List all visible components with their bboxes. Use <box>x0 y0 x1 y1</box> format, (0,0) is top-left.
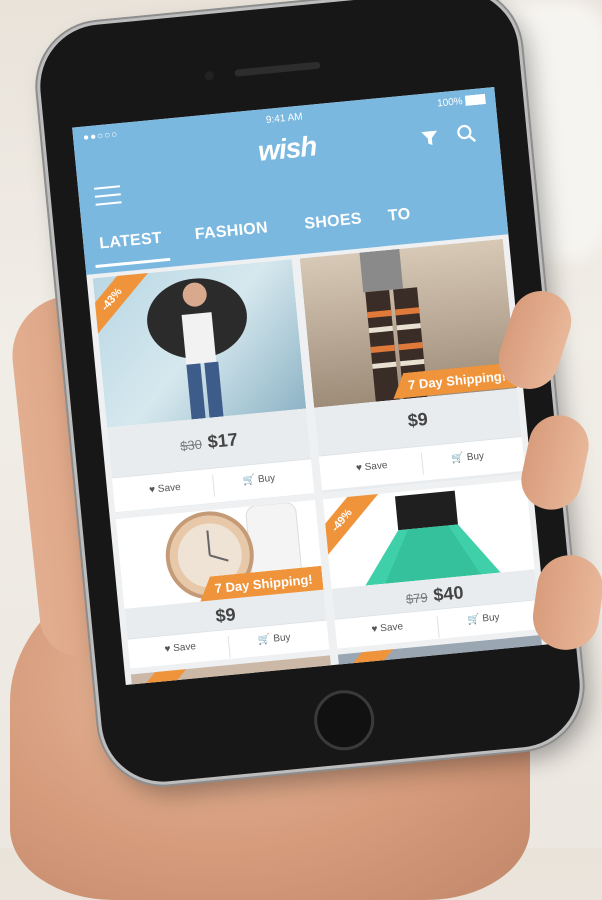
sale-price: $9 <box>214 604 237 627</box>
product-card[interactable]: 7 Day Shipping! $9 ♥ Save 🛒 Buy <box>115 500 330 669</box>
buy-label: Buy <box>272 632 292 645</box>
save-button[interactable]: ♥ Save <box>149 482 181 496</box>
product-card[interactable]: 7 Day Shipping! $9 ♥ Save 🛒 Buy <box>299 238 526 494</box>
smartphone: ●●○○○ 9:41 AM 100% wish LATEST FASHION S… <box>34 0 586 788</box>
cart-icon: 🛒 <box>242 474 256 487</box>
price-row: $9 <box>315 400 520 440</box>
battery-percent: 100% <box>436 96 464 110</box>
save-button[interactable]: ♥ Save <box>356 460 388 474</box>
sale-price: $9 <box>406 408 429 431</box>
product-card[interactable]: -43% $30 $17 ♥ Save 🛒 Buy <box>92 259 315 514</box>
tab-shoes[interactable]: SHOES <box>304 210 363 233</box>
sale-price: $40 <box>432 582 465 606</box>
original-price: $79 <box>405 589 429 607</box>
battery-indicator: 100% <box>436 94 486 110</box>
app-screen: ●●○○○ 9:41 AM 100% wish LATEST FASHION S… <box>72 86 548 686</box>
battery-icon <box>464 94 486 107</box>
buy-label: Buy <box>466 450 485 464</box>
save-label: Save <box>157 481 182 496</box>
price-bar: $9 ♥ Save 🛒 Buy <box>314 388 526 494</box>
heart-icon: ♥ <box>355 462 363 474</box>
tab-toys[interactable]: TO <box>387 206 411 226</box>
heart-icon: ♥ <box>148 484 156 496</box>
divider <box>227 635 231 658</box>
buy-label: Buy <box>481 611 501 625</box>
buy-button[interactable]: 🛒 Buy <box>242 473 275 487</box>
save-label: Save <box>379 621 404 635</box>
buy-button[interactable]: 🛒 Buy <box>467 612 500 626</box>
hamburger-menu-icon[interactable] <box>94 185 122 211</box>
product-card[interactable]: -49% $79 $40 ♥ Save 🛒 Buy <box>322 479 541 649</box>
save-button[interactable]: ♥ Save <box>371 621 403 635</box>
save-button[interactable]: ♥ Save <box>164 641 196 655</box>
tab-latest[interactable]: LATEST <box>99 230 163 254</box>
price-row: $30 $17 <box>108 422 309 462</box>
cart-icon: 🛒 <box>257 633 272 647</box>
buy-button[interactable]: 🛒 Buy <box>258 632 291 646</box>
cart-icon: 🛒 <box>466 613 481 626</box>
save-label: Save <box>364 459 389 474</box>
filter-icon[interactable] <box>420 129 440 154</box>
price-bar: $30 $17 ♥ Save 🛒 Buy <box>107 408 315 514</box>
divider <box>420 452 425 475</box>
divider <box>436 615 440 638</box>
search-icon[interactable] <box>456 123 478 150</box>
heart-icon: ♥ <box>164 643 172 656</box>
divider <box>212 474 216 497</box>
buy-label: Buy <box>257 472 276 486</box>
buy-button[interactable]: 🛒 Buy <box>451 451 484 465</box>
cart-icon: 🛒 <box>451 452 465 465</box>
tab-fashion[interactable]: FASHION <box>194 219 269 244</box>
heart-icon: ♥ <box>371 623 379 636</box>
sale-price: $17 <box>206 429 239 453</box>
save-label: Save <box>172 641 197 655</box>
original-price: $30 <box>179 436 203 454</box>
